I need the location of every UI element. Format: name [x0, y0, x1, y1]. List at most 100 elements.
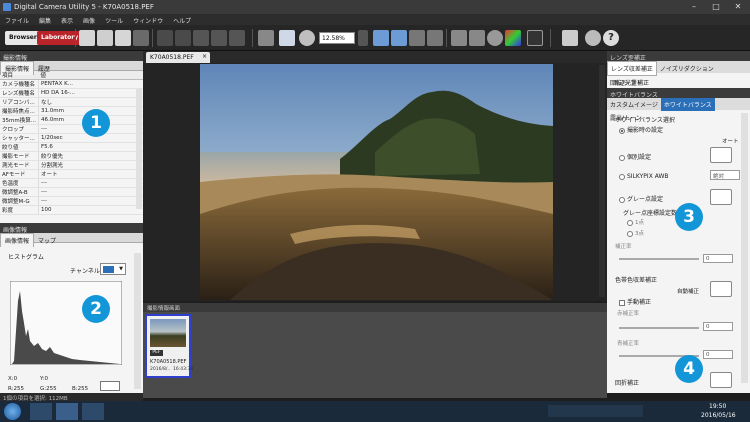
highlight-icon[interactable] [527, 30, 543, 46]
link-icon[interactable] [427, 30, 443, 46]
manual-correct-option[interactable]: 手動補正 [619, 297, 651, 306]
explorer-icon[interactable] [30, 403, 52, 420]
eye-icon[interactable] [487, 30, 503, 46]
image-tab[interactable]: K70A0518.PEF × [146, 52, 210, 63]
option-individual[interactable]: 個別設定 [619, 152, 651, 161]
zoom-icon[interactable] [299, 30, 315, 46]
tab-lens-aberration[interactable]: レンズ収差補正 [607, 61, 657, 76]
image-viewer[interactable] [143, 63, 607, 301]
radio-button[interactable] [619, 196, 625, 203]
table-row[interactable]: 35mm換算... 46.0mm [0, 115, 143, 125]
zoom-field[interactable]: 12.58% [319, 32, 355, 44]
blue-rate-field[interactable]: 0 [703, 350, 733, 359]
table-row[interactable]: 撮影モード 絞り優先 [0, 151, 143, 161]
tab-custom-image[interactable]: カスタムイメージ [607, 98, 661, 111]
tab-noise-reduction[interactable]: ノイズリダクション [657, 62, 717, 75]
option-silkypix-awb[interactable]: SILKYPIX AWB [619, 173, 669, 180]
table-row[interactable]: AFモード オート [0, 169, 143, 179]
white-balance-header[interactable]: ホワイトバランス [607, 88, 750, 99]
table-row[interactable]: 微調整M-G --- [0, 196, 143, 206]
copy-parameters-icon[interactable] [211, 30, 227, 46]
browser-button[interactable]: Browser [5, 31, 41, 45]
red-rate-slider[interactable] [619, 327, 699, 329]
table-row[interactable]: シャッター... 1/20sec [0, 133, 143, 143]
clock-date[interactable]: 2016/05/16 [701, 412, 736, 419]
maximize-button[interactable]: □ [705, 0, 727, 14]
undo-icon[interactable] [157, 30, 173, 46]
paste-parameters-icon[interactable] [193, 30, 209, 46]
chevron-down-icon[interactable] [358, 30, 368, 46]
menu-file[interactable]: ファイル [0, 14, 34, 25]
start-button[interactable] [4, 403, 21, 420]
radio-button[interactable] [627, 230, 633, 237]
copy-icon[interactable] [97, 30, 113, 46]
actual-size-icon[interactable] [391, 30, 407, 46]
fit-window-icon[interactable] [373, 30, 389, 46]
close-icon[interactable]: × [202, 53, 207, 60]
menu-image[interactable]: 画像 [78, 14, 100, 25]
table-row[interactable]: カメラ機種名 PENTAX K... [0, 79, 143, 89]
reset-icon[interactable] [229, 30, 245, 46]
redo-icon[interactable] [175, 30, 191, 46]
save-icon[interactable] [79, 30, 95, 46]
radio-button[interactable] [619, 127, 625, 134]
minimize-button[interactable]: – [683, 0, 705, 14]
menu-edit[interactable]: 編集 [34, 14, 56, 25]
color-icon[interactable] [505, 30, 521, 46]
correction-rate-slider[interactable] [619, 258, 699, 260]
table-row[interactable]: 彩度 100 [0, 205, 143, 215]
table-row[interactable]: 撮影時焦点... 31.0mm [0, 106, 143, 116]
gray-option-1[interactable]: 1点 [627, 218, 644, 226]
table-row[interactable]: 微調整A-B --- [0, 187, 143, 197]
eyedropper-icon[interactable] [710, 189, 732, 205]
table-row[interactable]: 色温度 --- [0, 178, 143, 188]
table-row[interactable]: リアコンバ... なし [0, 97, 143, 107]
menu-view[interactable]: 表示 [56, 14, 78, 25]
aberration-mode-select[interactable] [710, 281, 732, 297]
scrollbar[interactable] [741, 113, 748, 383]
vignetting-label[interactable]: 周辺光量補正 [613, 78, 649, 87]
system-tray[interactable] [548, 405, 643, 417]
scrollbar[interactable] [136, 89, 142, 209]
tab-map[interactable]: マップ [34, 234, 60, 247]
correction-rate-field[interactable]: 0 [703, 254, 733, 263]
absolute-select[interactable]: 絶対 [710, 170, 740, 180]
auto-wb-icon[interactable] [710, 147, 732, 163]
compare-icon[interactable] [279, 30, 295, 46]
scrollbar[interactable] [134, 253, 141, 389]
close-window-button[interactable]: ✕ [727, 0, 749, 14]
scrollbar[interactable] [599, 65, 605, 297]
clock-time[interactable]: 19:50 [709, 403, 726, 410]
tab-image-info[interactable]: 画像情報 [0, 233, 35, 247]
table-row[interactable]: レンズ機種名 HD DA 16-... [0, 88, 143, 98]
brush-icon[interactable] [469, 30, 485, 46]
radio-button[interactable] [619, 154, 625, 161]
table-row[interactable]: 絞り値 F5.6 [0, 142, 143, 152]
thumbnail-item[interactable]: PEF K70A0518.PEF 2016/8/.. 16:43:38 [145, 314, 193, 378]
radio-button[interactable] [627, 219, 633, 226]
grid-icon[interactable] [258, 30, 274, 46]
red-rate-field[interactable]: 0 [703, 322, 733, 331]
table-row[interactable]: クロップ --- [0, 124, 143, 134]
checkbox[interactable] [619, 299, 625, 306]
option-as-shot[interactable]: 撮影時の設定 [619, 125, 663, 134]
develop-icon[interactable] [115, 30, 131, 46]
radio-button[interactable] [619, 173, 625, 180]
eyedropper-icon[interactable] [451, 30, 467, 46]
option-gray-point[interactable]: グレー点設定 [619, 194, 663, 203]
home-icon[interactable] [562, 30, 578, 46]
print-icon[interactable] [133, 30, 149, 46]
crop-icon[interactable] [409, 30, 425, 46]
tab-white-balance[interactable]: ホワイトバランス [660, 98, 715, 111]
menu-help[interactable]: ヘルプ [168, 14, 196, 25]
menu-tools[interactable]: ツール [100, 14, 128, 25]
diffraction-mode-select[interactable] [710, 372, 732, 388]
app-icon[interactable] [82, 403, 104, 420]
channel-select[interactable]: ▼ [100, 263, 126, 275]
dcu-app-icon[interactable] [56, 403, 78, 420]
gear-icon[interactable] [585, 30, 601, 46]
help-icon[interactable]: ? [603, 30, 619, 46]
table-row[interactable]: 測光モード 分割測光 [0, 160, 143, 170]
menu-window[interactable]: ウィンドウ [128, 14, 168, 25]
gray-option-3[interactable]: 3点 [627, 229, 644, 237]
